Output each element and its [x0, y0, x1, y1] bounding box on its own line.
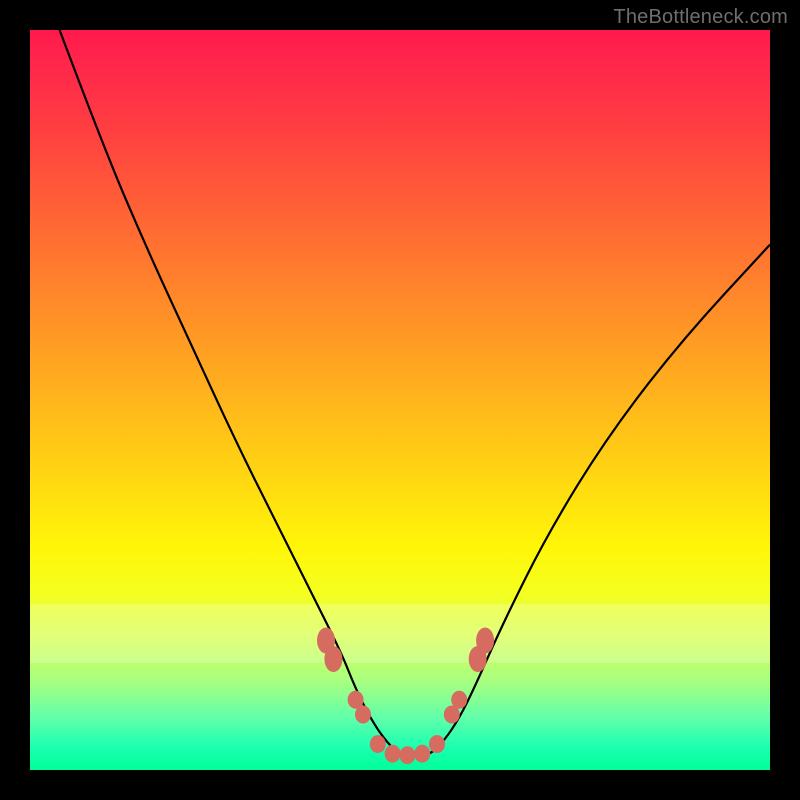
curve-marker — [414, 745, 430, 763]
curve-marker — [370, 735, 386, 753]
chart-frame: TheBottleneck.com — [0, 0, 800, 800]
curve-marker — [399, 746, 415, 764]
curve-marker — [385, 745, 401, 763]
bottleneck-curve — [30, 30, 770, 770]
curve-marker — [476, 628, 494, 654]
curve-marker — [355, 706, 371, 724]
curve-marker — [324, 646, 342, 672]
plot-area — [30, 30, 770, 770]
curve-line — [60, 30, 770, 755]
curve-marker — [429, 735, 445, 753]
curve-markers — [317, 628, 494, 765]
watermark-text: TheBottleneck.com — [613, 6, 788, 29]
curve-marker — [451, 691, 467, 709]
